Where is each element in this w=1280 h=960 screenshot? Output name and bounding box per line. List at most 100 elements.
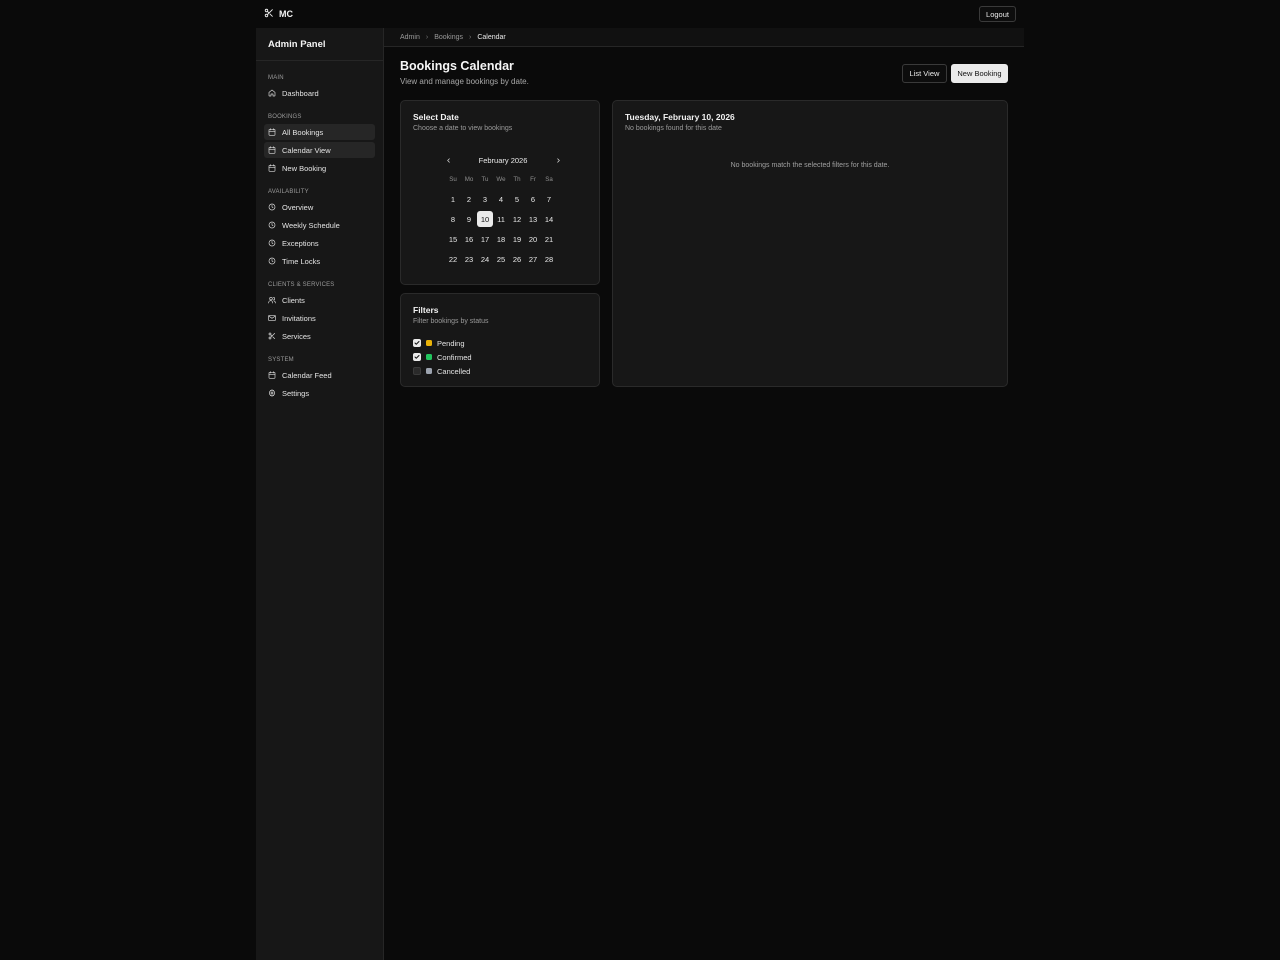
calendar-card-title: Select Date [413, 112, 459, 122]
calendar-day[interactable]: 22 [445, 251, 461, 267]
calendar-day[interactable]: 23 [461, 251, 477, 267]
sidebar-item-label: Calendar View [282, 145, 331, 155]
calendar-day[interactable]: 13 [525, 211, 541, 227]
sidebar-item-label: Services [282, 331, 311, 341]
calendar-day[interactable]: 20 [525, 231, 541, 247]
calendar-day[interactable]: 25 [493, 251, 509, 267]
calendar-day[interactable]: 12 [509, 211, 525, 227]
calendar-day[interactable]: 3 [477, 191, 493, 207]
calendar-day[interactable]: 5 [509, 191, 525, 207]
sidebar-item-exceptions[interactable]: Exceptions [264, 235, 375, 251]
sidebar-item-clients[interactable]: Clients [264, 292, 375, 308]
brand-name: MC [279, 9, 293, 19]
sidebar-item-dashboard[interactable]: Dashboard [264, 85, 375, 101]
sidebar-item-weekly-schedule[interactable]: Weekly Schedule [264, 217, 375, 233]
filter-label: Pending [437, 338, 465, 348]
calendar-card-subtitle: Choose a date to view bookings [413, 125, 513, 132]
calendar-day[interactable]: 17 [477, 231, 493, 247]
top-bar: MC Logout [256, 0, 1024, 28]
sidebar-item-settings[interactable]: Settings [264, 385, 375, 401]
filters-card-title: Filters [413, 305, 439, 315]
check-icon [414, 341, 420, 345]
breadcrumb-admin[interactable]: Admin [400, 34, 420, 41]
calendar-month-label: February 2026 [478, 155, 528, 165]
calendar-day[interactable]: 14 [541, 211, 557, 227]
sidebar-section-label: CLIENTS & SERVICES [268, 282, 335, 288]
filter-cancelled[interactable]: Cancelled [413, 366, 470, 376]
calendar-day[interactable]: 15 [445, 231, 461, 247]
sidebar-item-label: Clients [282, 295, 305, 305]
check-icon [414, 355, 420, 359]
sidebar-section-label: AVAILABILITY [268, 189, 309, 195]
calendar-day[interactable]: 19 [509, 231, 525, 247]
calendar-day[interactable]: 4 [493, 191, 509, 207]
weekday-header: Fr [530, 176, 536, 183]
weekday-header: Tu [481, 176, 489, 183]
new-booking-button[interactable]: New Booking [951, 64, 1008, 83]
calendar-day[interactable]: 11 [493, 211, 509, 227]
sidebar-item-label: Weekly Schedule [282, 220, 340, 230]
calendar-day-selected[interactable]: 10 [477, 211, 493, 227]
filter-confirmed[interactable]: Confirmed [413, 352, 472, 362]
list-view-button[interactable]: List View [902, 64, 947, 83]
sidebar-item-label: Exceptions [282, 238, 319, 248]
breadcrumb-current: Calendar [477, 33, 506, 41]
sidebar-item-calendar-view[interactable]: Calendar View [264, 142, 375, 158]
sidebar-item-invitations[interactable]: Invitations [264, 310, 375, 326]
filter-label: Cancelled [437, 366, 471, 376]
calendar-icon [268, 146, 276, 154]
breadcrumb-bookings[interactable]: Bookings [434, 34, 463, 41]
day-card-title: Tuesday, February 10, 2026 [625, 112, 735, 122]
chevron-right-icon[interactable] [551, 153, 565, 167]
chevron-left-icon[interactable] [441, 153, 455, 167]
calendar-card: Select Date Choose a date to view bookin… [400, 100, 600, 285]
calendar-day[interactable]: 9 [461, 211, 477, 227]
calendar-day[interactable]: 21 [541, 231, 557, 247]
weekday-header: We [496, 176, 506, 183]
gear-icon [268, 389, 276, 397]
sidebar-section-label: SYSTEM [268, 357, 294, 363]
filters-card-subtitle: Filter bookings by status [413, 318, 489, 325]
clock-icon [268, 203, 276, 211]
calendar-day[interactable]: 7 [541, 191, 557, 207]
chevron-right-icon: › [468, 33, 472, 41]
calendar-day[interactable]: 8 [445, 211, 461, 227]
calendar-day[interactable]: 28 [541, 251, 557, 267]
home-icon [268, 89, 276, 97]
mail-icon [268, 314, 276, 322]
scissors-icon [264, 8, 274, 20]
users-icon [268, 296, 276, 304]
empty-state-message: No bookings match the selected filters f… [730, 162, 890, 169]
checkbox-checked[interactable] [413, 339, 421, 347]
clock-icon [268, 257, 276, 265]
sidebar-nav: MAIN Dashboard BOOKINGS All Bookings Calenda… [256, 61, 383, 401]
calendar-day[interactable]: 27 [525, 251, 541, 267]
logout-button[interactable]: Logout [979, 6, 1016, 22]
calendar-day[interactable]: 1 [445, 191, 461, 207]
calendar-day[interactable]: 2 [461, 191, 477, 207]
sidebar-item-time-locks[interactable]: Time Locks [264, 253, 375, 269]
calendar-day[interactable]: 16 [461, 231, 477, 247]
calendar-day[interactable]: 18 [493, 231, 509, 247]
sidebar-item-new-booking[interactable]: New Booking [264, 160, 375, 176]
calendar-day[interactable]: 24 [477, 251, 493, 267]
sidebar-item-services[interactable]: Services [264, 328, 375, 344]
sidebar-item-all-bookings[interactable]: All Bookings [264, 124, 375, 140]
brand[interactable]: MC [264, 8, 293, 20]
weekday-header: Mo [464, 176, 474, 183]
calendar-day[interactable]: 6 [525, 191, 541, 207]
filters-card: Filters Filter bookings by status Pendin… [400, 293, 600, 387]
checkbox-unchecked[interactable] [413, 367, 421, 375]
sidebar-item-label: Overview [282, 202, 314, 212]
filter-pending[interactable]: Pending [413, 338, 465, 348]
checkbox-checked[interactable] [413, 353, 421, 361]
sidebar-item-overview[interactable]: Overview [264, 199, 375, 215]
sidebar-title: Admin Panel [256, 28, 383, 61]
weekday-header: Sa [545, 176, 553, 183]
sidebar-section-label: BOOKINGS [268, 114, 302, 120]
sidebar-item-calendar-feed[interactable]: Calendar Feed [264, 367, 375, 383]
calendar-icon [268, 164, 276, 172]
sidebar-item-label: Calendar Feed [282, 370, 332, 380]
calendar-day[interactable]: 26 [509, 251, 525, 267]
weekday-header: Su [449, 176, 457, 183]
